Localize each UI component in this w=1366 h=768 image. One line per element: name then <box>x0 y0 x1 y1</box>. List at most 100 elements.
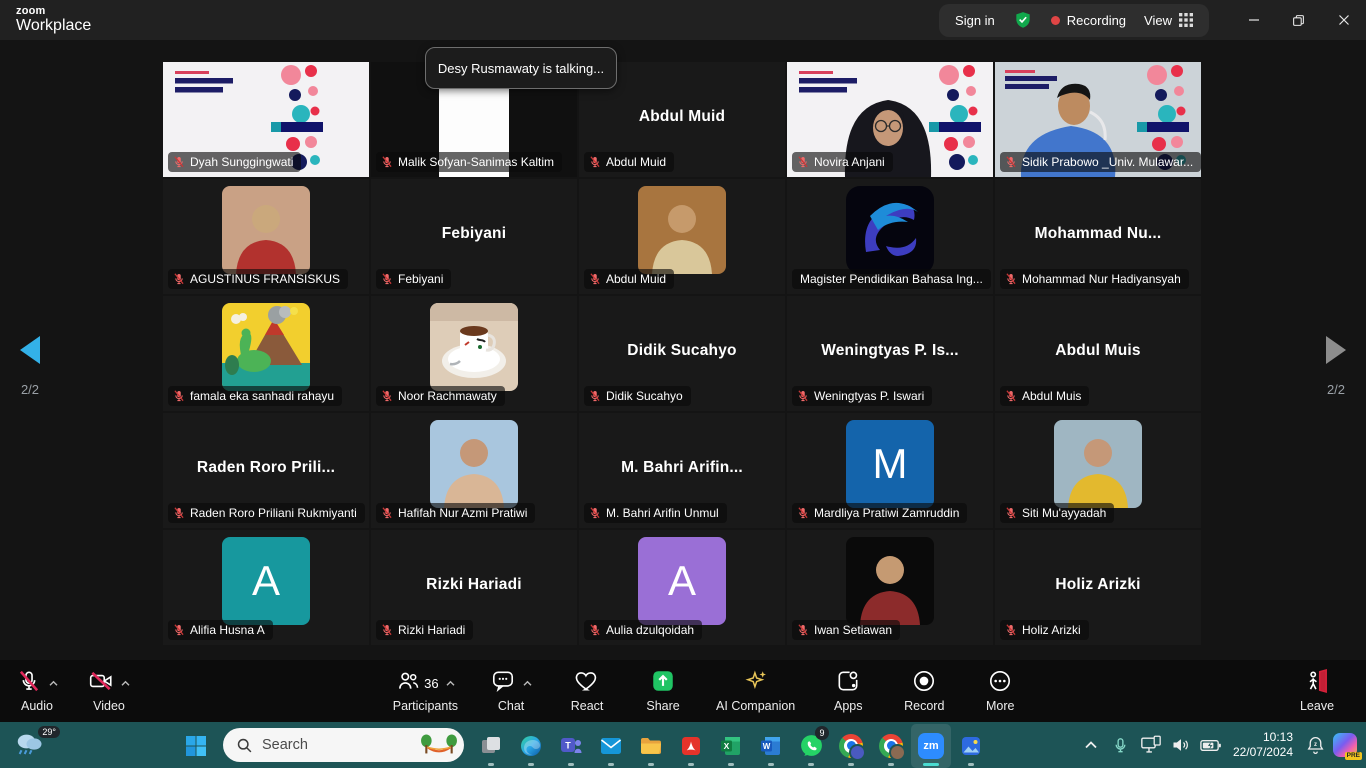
previous-page-arrow[interactable] <box>20 336 40 364</box>
muted-mic-icon <box>588 389 602 403</box>
search-highlight-art[interactable] <box>420 732 458 758</box>
apps-icon <box>835 668 861 699</box>
participant-tile[interactable]: Siti Mu'ayyadah <box>995 413 1201 528</box>
record-button[interactable]: Record <box>901 669 947 713</box>
taskbar-mail-icon[interactable] <box>591 724 631 768</box>
start-button[interactable] <box>176 724 216 768</box>
tray-battery-icon[interactable] <box>1196 725 1226 765</box>
participant-name-label: Malik Sofyan-Sanimas Kaltim <box>376 152 562 172</box>
weather-widget[interactable]: 29° <box>12 729 58 761</box>
participant-tile[interactable]: AAlifia Husna A <box>163 530 369 645</box>
participant-tile[interactable]: Iwan Setiawan <box>787 530 993 645</box>
participant-tile[interactable]: Noor Rachmawaty <box>371 296 577 411</box>
participant-display-name: Abdul Muid <box>579 108 785 126</box>
participant-tile[interactable]: Rizki HariadiRizki Hariadi <box>371 530 577 645</box>
participant-tile[interactable]: Novira Anjani <box>787 62 993 177</box>
participant-display-name: Febiyani <box>371 225 577 243</box>
tray-bell-icon[interactable]: z <box>1300 725 1330 765</box>
taskbar-excel-icon[interactable]: X <box>711 724 751 768</box>
taskbar-teams-icon[interactable]: T <box>551 724 591 768</box>
participant-avatar: M <box>846 420 934 508</box>
muted-mic-icon <box>1004 272 1018 286</box>
svg-text:W: W <box>763 742 771 751</box>
next-page-arrow[interactable] <box>1326 336 1346 364</box>
participant-tile[interactable]: Mohammad Nu...Mohammad Nur Hadiyansyah <box>995 179 1201 294</box>
tray-speaker-icon[interactable] <box>1166 725 1196 765</box>
chevron-up-icon[interactable] <box>445 680 456 687</box>
record-icon <box>911 668 937 699</box>
chevron-up-icon[interactable] <box>522 680 533 687</box>
muted-mic-icon <box>172 155 186 169</box>
running-indicator <box>568 763 574 766</box>
chevron-up-icon[interactable] <box>120 680 131 687</box>
tray-mic-icon[interactable] <box>1106 725 1136 765</box>
participant-display-name: Weningtyas P. Is... <box>787 342 993 360</box>
ai-companion-button[interactable]: AI Companion <box>716 669 795 713</box>
audio-button[interactable]: Audio <box>14 669 60 713</box>
muted-mic-icon <box>172 506 186 520</box>
chat-button[interactable]: Chat <box>488 669 534 713</box>
participant-tile[interactable]: Weningtyas P. Is...Weningtyas P. Iswari <box>787 296 993 411</box>
taskbar-zoom-icon[interactable]: zm <box>911 724 951 768</box>
running-indicator <box>488 763 494 766</box>
participant-avatar <box>638 186 726 274</box>
leave-button[interactable]: Leave <box>1294 669 1340 713</box>
toolbar-right-group: Leave <box>1294 669 1340 713</box>
participants-button[interactable]: 36 Participants <box>393 669 458 713</box>
participant-tile[interactable]: Abdul Muid <box>579 179 785 294</box>
participant-tile[interactable]: Magister Pendidikan Bahasa Ing... <box>787 179 993 294</box>
taskbar-edge-icon[interactable] <box>511 724 551 768</box>
tray-copilot-icon[interactable]: PRE <box>1330 725 1360 765</box>
toolbar-button-label: Share <box>646 699 679 713</box>
minimize-button[interactable] <box>1231 0 1276 40</box>
participant-tile[interactable]: Abdul MuisAbdul Muis <box>995 296 1201 411</box>
view-button[interactable]: View <box>1144 13 1193 28</box>
participant-tile[interactable]: Dyah Sunggingwati <box>163 62 369 177</box>
participant-tile[interactable]: Didik SucahyoDidik Sucahyo <box>579 296 785 411</box>
running-indicator <box>848 763 854 766</box>
taskbar-taskview-icon[interactable] <box>471 724 511 768</box>
taskbar-explorer-icon[interactable] <box>631 724 671 768</box>
tray-chevron-up-icon[interactable] <box>1076 725 1106 765</box>
taskbar-search[interactable]: Search <box>223 728 464 762</box>
participant-tile[interactable]: Febiyani Febiyani <box>371 179 577 294</box>
participant-tile[interactable]: AGUSTINUS FRANSISKUS <box>163 179 369 294</box>
chevron-up-icon[interactable] <box>48 680 59 687</box>
participant-tile[interactable]: MMardliya Pratiwi Zamruddin <box>787 413 993 528</box>
taskbar-acrobat-icon[interactable] <box>671 724 711 768</box>
muted-mic-icon <box>172 623 186 637</box>
logo-workplace-text: Workplace <box>16 18 91 34</box>
participant-tile[interactable]: AAulia dzulqoidah <box>579 530 785 645</box>
participant-name-label: Febiyani <box>376 269 451 289</box>
participant-tile[interactable]: Holiz ArizkiHoliz Arizki <box>995 530 1201 645</box>
more-icon <box>987 668 1013 699</box>
taskbar-chrome-work-icon[interactable] <box>831 724 871 768</box>
tray-display-icon[interactable] <box>1136 725 1166 765</box>
participant-display-name: Raden Roro Prili... <box>163 459 369 477</box>
apps-button[interactable]: Apps <box>825 669 871 713</box>
close-button[interactable] <box>1321 0 1366 40</box>
react-button[interactable]: React <box>564 669 610 713</box>
toolbar-button-label: React <box>571 699 604 713</box>
taskbar-chrome-personal-icon[interactable] <box>871 724 911 768</box>
participant-tile[interactable]: Sidik Prabowo _Univ. Mulawar... <box>995 62 1201 177</box>
participant-name-label: Abdul Muid <box>584 152 674 172</box>
participant-tile[interactable]: famala eka sanhadi rahayu <box>163 296 369 411</box>
meeting-stage: Desy Rusmawaty is talking... Dyah Sunggi… <box>0 40 1366 660</box>
participant-name-label: Didik Sucahyo <box>584 386 691 406</box>
restore-button[interactable] <box>1276 0 1321 40</box>
participant-tile[interactable]: Raden Roro Prili...Raden Roro Priliani R… <box>163 413 369 528</box>
participant-tile[interactable]: M. Bahri Arifin...M. Bahri Arifin Unmul <box>579 413 785 528</box>
taskbar-clock[interactable]: 10:13 22/07/2024 <box>1233 730 1293 760</box>
more-button[interactable]: More <box>977 669 1023 713</box>
sign-in-button[interactable]: Sign in <box>955 13 995 28</box>
participant-name-label: Rizki Hariadi <box>376 620 473 640</box>
security-shield-icon[interactable] <box>1013 10 1033 30</box>
video-button[interactable]: Video <box>86 669 132 713</box>
share-button[interactable]: Share <box>640 669 686 713</box>
taskbar-photos-icon[interactable] <box>951 724 991 768</box>
toolbar-left-group: Audio Video <box>14 669 132 713</box>
participant-tile[interactable]: Hafifah Nur Azmi Pratiwi <box>371 413 577 528</box>
taskbar-whatsapp-icon[interactable]: 9 <box>791 724 831 768</box>
taskbar-word-icon[interactable]: W <box>751 724 791 768</box>
